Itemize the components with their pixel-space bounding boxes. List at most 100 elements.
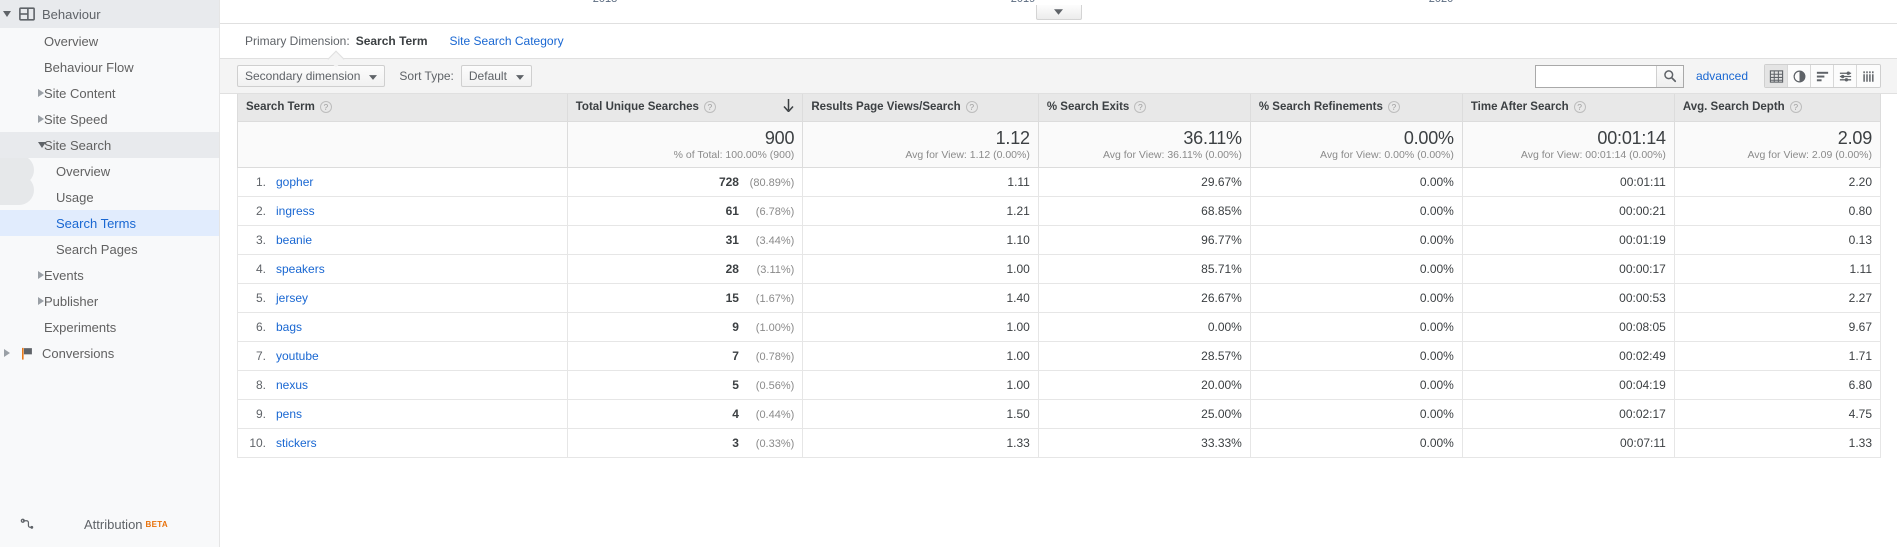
caret-right-icon[interactable] <box>38 80 44 106</box>
search-term-link[interactable]: stickers <box>276 436 317 450</box>
primary-dimension-site-search-category[interactable]: Site Search Category <box>450 34 564 48</box>
help-icon[interactable]: ? <box>965 101 978 114</box>
sidebar-item-attribution[interactable]: Attribution BETA <box>0 509 219 539</box>
search-term-link[interactable]: beanie <box>276 233 312 247</box>
pivot-view-icon[interactable] <box>1857 65 1880 87</box>
caret-down-icon[interactable] <box>0 11 14 17</box>
cell-search-refinements: 0.00% <box>1249 311 1463 342</box>
help-icon[interactable]: ? <box>703 101 716 114</box>
sidebar-item-site-search[interactable]: Site Search <box>0 132 219 158</box>
unique-searches-percent: (0.56%) <box>755 379 795 392</box>
cell-results-page-views-per-search: 1.00 <box>802 340 1039 371</box>
sidebar-item-events[interactable]: Events <box>0 262 219 288</box>
cell-search-term: 5. jersey <box>237 282 568 313</box>
column-header-results-page-views-search[interactable]: Results Page Views/Search? <box>802 94 1039 122</box>
sidebar-item-experiments[interactable]: Experiments <box>0 314 219 340</box>
sidebar-item-publisher[interactable]: Publisher <box>0 288 219 314</box>
cell-total-unique-searches: 4 (0.44%) <box>566 398 804 429</box>
help-icon[interactable]: ? <box>1134 101 1147 114</box>
cell-search-refinements: 0.00% <box>1249 282 1463 313</box>
sidebar-item-label: Behaviour Flow <box>44 59 134 75</box>
help-icon[interactable]: ? <box>1387 101 1400 114</box>
help-icon[interactable]: ? <box>1789 101 1802 114</box>
primary-dimension-current[interactable]: Search Term <box>356 34 428 48</box>
sidebar-item-conversions[interactable]: Conversions <box>0 340 219 366</box>
sidebar-item-label: Publisher <box>44 293 99 309</box>
sidebar-item-site-speed[interactable]: Site Speed <box>0 106 219 132</box>
cell-time-after-search: 00:08:05 <box>1461 311 1675 342</box>
column-header-time-after-search[interactable]: Time After Search? <box>1461 94 1675 122</box>
column-header-search-term[interactable]: Search Term? <box>237 94 568 122</box>
caret-right-icon[interactable] <box>38 262 44 288</box>
search-button[interactable] <box>1655 65 1683 87</box>
cell-avg-search-depth: 1.11 <box>1673 253 1882 284</box>
cell-search-exits: 0.00% <box>1037 311 1251 342</box>
column-header-total-unique-searches[interactable]: Total Unique Searches? <box>566 94 804 122</box>
sidebar-item-behaviour[interactable]: Behaviour <box>0 0 219 28</box>
cell-search-exits: 20.00% <box>1037 369 1251 400</box>
sidebar-item-label: Behaviour <box>42 6 101 22</box>
sidebar-item-label: Site Speed <box>44 111 108 127</box>
help-icon[interactable]: ? <box>1573 101 1586 114</box>
comparison-view-icon[interactable] <box>1834 65 1857 87</box>
cell-results-page-views-per-search: 1.50 <box>802 398 1039 429</box>
summary-value: 00:01:14 <box>1597 127 1666 148</box>
unique-searches-value: 7 <box>732 348 739 363</box>
cell-search-refinements: 0.00% <box>1249 369 1463 400</box>
attribution-label: Attribution <box>84 516 143 532</box>
sidebar-item-overview[interactable]: Overview <box>0 28 219 54</box>
nav-list: Behaviour Overview Behaviour Flow Site Cont… <box>0 0 219 366</box>
sort-type-button[interactable]: Default <box>460 65 532 87</box>
sidebar-item-site-content[interactable]: Site Content <box>0 80 219 106</box>
search-term-link[interactable]: speakers <box>276 262 325 276</box>
search-input[interactable] <box>1535 65 1656 87</box>
cell-time-after-search: 00:00:17 <box>1461 253 1675 284</box>
search-term-link[interactable]: jersey <box>276 291 308 305</box>
table-row: 2. ingress 61 (6.78%) 1.21 68.85% 0.00% 00:00:… <box>237 195 1882 226</box>
cell-total-unique-searches: 31 (3.44%) <box>566 224 804 255</box>
column-header-search-refinements[interactable]: % Search Refinements? <box>1249 94 1463 122</box>
search-term-link[interactable]: youtube <box>276 349 319 363</box>
search-term-link[interactable]: ingress <box>276 204 315 218</box>
unique-searches-value: 28 <box>725 261 739 276</box>
search-term-link[interactable]: pens <box>276 407 302 421</box>
table-row: 10. stickers 3 (0.33%) 1.33 33.33% 0.00% 00:07… <box>237 427 1882 458</box>
sidebar-item-search-pages[interactable]: Search Pages <box>0 236 219 262</box>
sidebar-item-behaviour-flow[interactable]: Behaviour Flow <box>0 54 219 80</box>
caret-down-icon[interactable] <box>38 132 46 158</box>
caret-right-icon[interactable] <box>38 288 44 314</box>
unique-searches-value: 3 <box>732 435 739 450</box>
caret-right-icon[interactable] <box>0 349 14 357</box>
pie-chart-view-icon[interactable] <box>1788 65 1811 87</box>
attribution-beta-badge: BETA <box>145 519 168 529</box>
chart-collapse-toggle[interactable] <box>1035 5 1082 20</box>
cell-search-term: 10. stickers <box>237 427 568 458</box>
search-term-link[interactable]: gopher <box>276 175 313 189</box>
cell-total-unique-searches: 15 (1.67%) <box>566 282 804 313</box>
bar-chart-view-icon[interactable] <box>1811 65 1834 87</box>
cell-search-term: 2. ingress <box>237 195 568 226</box>
magnifier-icon <box>1664 70 1677 83</box>
column-header-avg-search-depth[interactable]: Avg. Search Depth? <box>1673 94 1882 122</box>
cell-total-unique-searches: 61 (6.78%) <box>566 195 804 226</box>
row-index: 4. <box>255 261 266 276</box>
cell-search-exits: 68.85% <box>1037 195 1251 226</box>
search-term-link[interactable]: bags <box>276 320 302 334</box>
table-view-icon[interactable] <box>1765 65 1788 87</box>
sidebar-item-search-terms[interactable]: Search Terms <box>0 210 219 236</box>
cell-total-unique-searches: 3 (0.33%) <box>566 427 804 458</box>
cell-avg-search-depth: 1.71 <box>1673 340 1882 371</box>
help-icon[interactable]: ? <box>319 101 332 114</box>
row-index: 10. <box>249 435 266 450</box>
cell-time-after-search: 00:00:53 <box>1461 282 1675 313</box>
caret-right-icon[interactable] <box>38 106 44 132</box>
advanced-link[interactable]: advanced <box>1696 69 1748 83</box>
summary-cell-6: 2.09 Avg for View: 2.09 (0.00%) <box>1673 120 1882 168</box>
cell-search-refinements: 0.00% <box>1249 340 1463 371</box>
secondary-dimension-button[interactable]: Secondary dimension <box>237 65 386 87</box>
cell-results-page-views-per-search: 1.21 <box>802 195 1039 226</box>
column-header-search-exits[interactable]: % Search Exits? <box>1037 94 1251 122</box>
summary-value: 36.11% <box>1183 127 1242 148</box>
search-term-link[interactable]: nexus <box>276 378 308 392</box>
table-row: 3. beanie 31 (3.44%) 1.10 96.77% 0.00% 00:01:1… <box>237 224 1882 255</box>
